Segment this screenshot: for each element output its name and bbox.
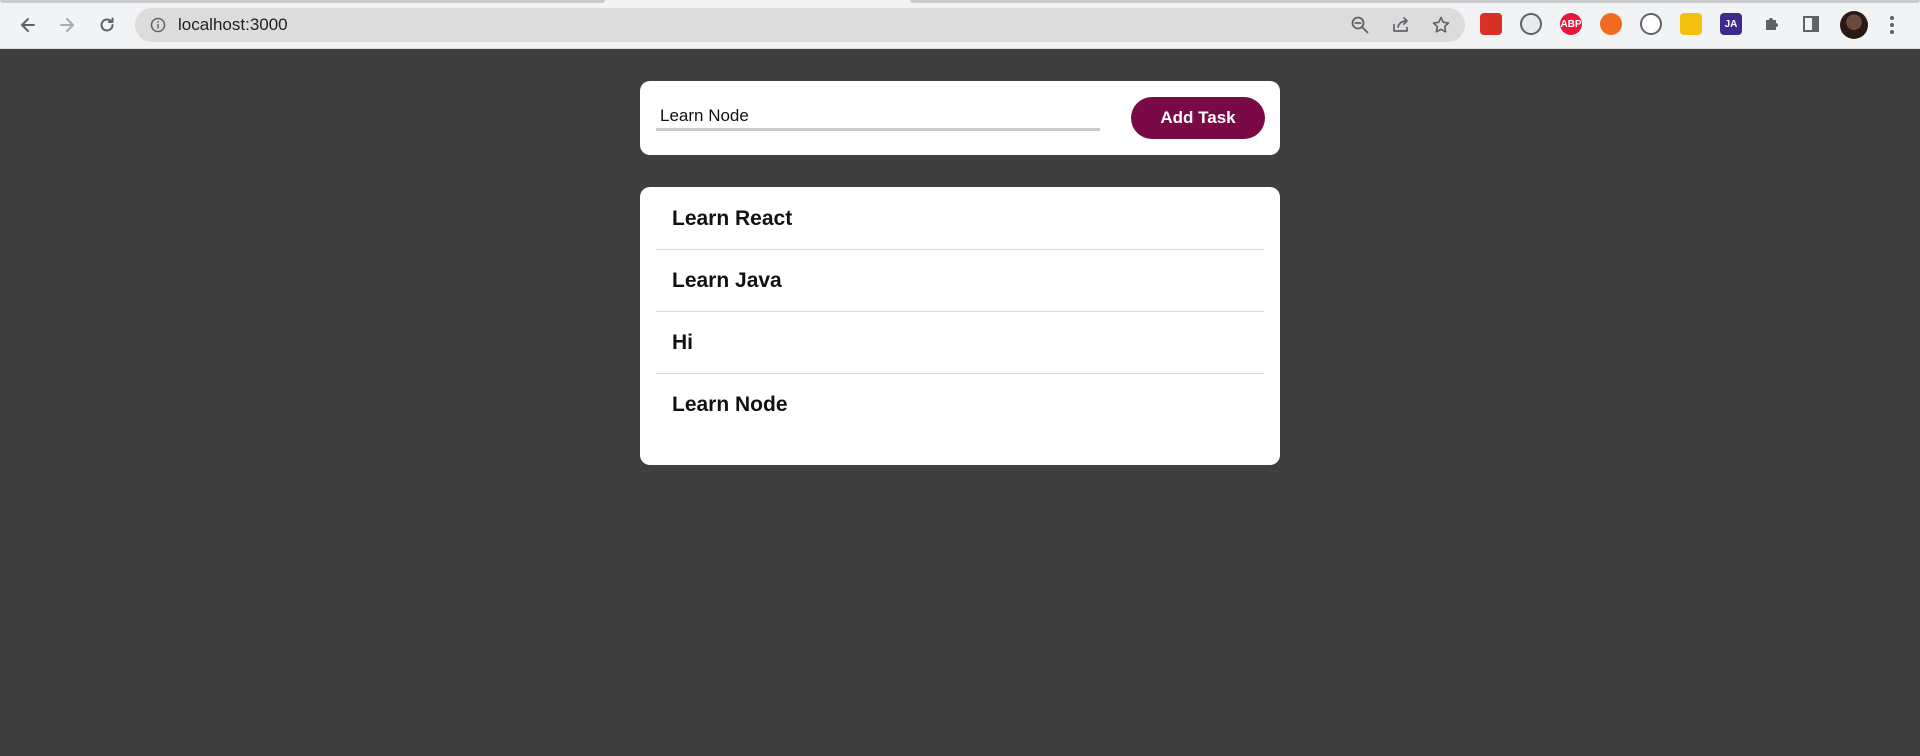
list-item[interactable]: Learn Java — [656, 250, 1264, 312]
extensions-puzzle-icon[interactable] — [1762, 14, 1782, 34]
tab-strip-edge — [0, 0, 605, 3]
adblock-plus-icon[interactable]: ABP — [1560, 13, 1582, 35]
reload-button[interactable] — [91, 9, 123, 41]
highlighter-icon[interactable] — [1680, 13, 1702, 35]
list-item[interactable]: Learn React — [656, 188, 1264, 250]
task-input-card: Add Task — [640, 81, 1280, 155]
browser-menu-icon[interactable] — [1881, 13, 1903, 37]
list-item[interactable]: Hi — [656, 312, 1264, 374]
ext-white-icon[interactable] — [1520, 13, 1542, 35]
ext-orange-icon[interactable] — [1600, 13, 1622, 35]
address-bar[interactable]: localhost:3000 — [135, 8, 1465, 42]
forward-arrow-icon — [60, 18, 74, 32]
ext-circle-icon[interactable] — [1640, 13, 1662, 35]
back-arrow-icon — [21, 18, 35, 32]
url-text: localhost:3000 — [178, 15, 288, 34]
side-panel-icon[interactable] — [1801, 14, 1821, 34]
task-input[interactable] — [656, 103, 1100, 131]
profile-avatar[interactable] — [1840, 11, 1868, 39]
list-item[interactable]: Learn Node — [656, 374, 1264, 436]
reload-icon — [100, 17, 114, 32]
browser-toolbar: localhost:3000 ABP JA — [0, 0, 1920, 49]
forward-button[interactable] — [51, 9, 83, 41]
zoom-icon[interactable] — [1350, 15, 1370, 35]
task-list: Learn React Learn Java Hi Learn Node — [640, 187, 1280, 465]
add-task-button[interactable]: Add Task — [1131, 97, 1265, 139]
share-icon[interactable] — [1391, 15, 1411, 35]
info-icon[interactable] — [150, 17, 166, 33]
ja-extension-icon[interactable]: JA — [1720, 13, 1742, 35]
back-button[interactable] — [12, 9, 44, 41]
bookmark-star-icon[interactable] — [1431, 15, 1451, 35]
tab-strip-edge-right — [910, 0, 1920, 3]
ext-red-icon[interactable] — [1480, 13, 1502, 35]
